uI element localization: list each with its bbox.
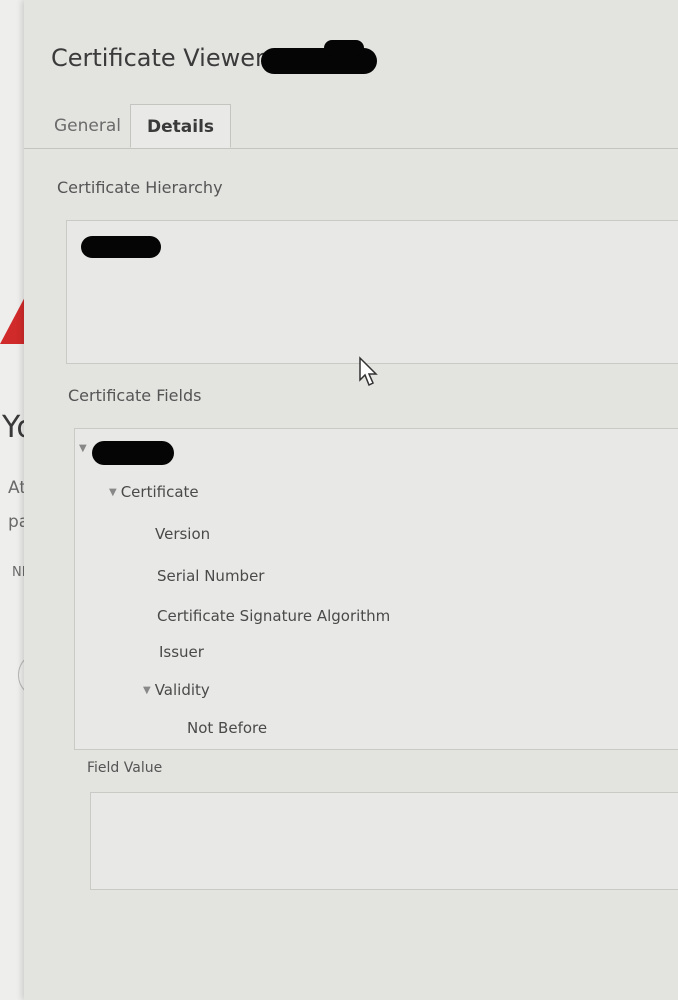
certificate-fields-label: Certificate Fields xyxy=(68,386,202,405)
expand-arrow-icon: ▼ xyxy=(109,487,117,498)
field-signature-algorithm[interactable]: Certificate Signature Algorithm xyxy=(157,607,390,625)
redacted-hierarchy-item xyxy=(81,236,161,258)
field-certificate[interactable]: ▼ Certificate xyxy=(109,483,199,501)
tab-bar: General Details xyxy=(24,104,678,149)
field-value-box[interactable] xyxy=(90,792,678,890)
field-not-before[interactable]: Not Before xyxy=(187,719,267,737)
dialog-title: Certificate Viewer: xyxy=(51,44,273,72)
field-version[interactable]: Version xyxy=(155,525,210,543)
field-issuer[interactable]: Issuer xyxy=(159,643,204,661)
redacted-domain xyxy=(324,40,364,56)
expand-arrow-icon: ▼ xyxy=(143,685,151,696)
certificate-hierarchy-tree[interactable] xyxy=(66,220,678,364)
dialog-title-text: Certificate Viewer: xyxy=(51,44,273,72)
certificate-hierarchy-label: Certificate Hierarchy xyxy=(57,178,223,197)
certificate-fields-tree[interactable]: ▼ ▼ Certificate Version Serial Number Cer… xyxy=(74,428,678,750)
expand-arrow-icon[interactable]: ▼ xyxy=(79,443,87,454)
redacted-root-field xyxy=(92,441,174,465)
screen: Yo Atta pass NET:: A Certificate Viewer:… xyxy=(0,0,678,1000)
field-serial-number[interactable]: Serial Number xyxy=(157,567,264,585)
tab-general[interactable]: General xyxy=(54,116,121,136)
certificate-viewer-dialog: Certificate Viewer: General Details Cert… xyxy=(24,0,678,1000)
tab-details[interactable]: Details xyxy=(130,104,232,148)
field-value-label: Field Value xyxy=(87,760,163,776)
mouse-cursor-icon xyxy=(359,356,378,387)
field-validity[interactable]: ▼ Validity xyxy=(143,681,210,699)
